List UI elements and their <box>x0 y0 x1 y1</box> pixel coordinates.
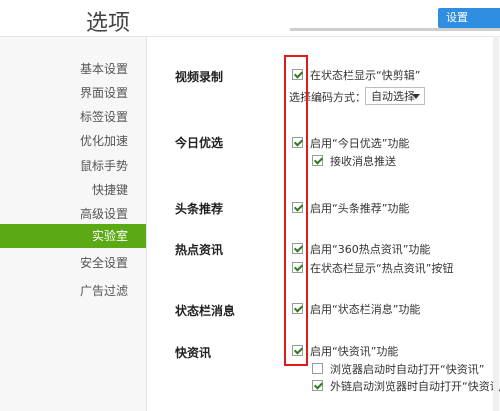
sidebar-item-advanced[interactable]: 高级设置 <box>80 205 128 222</box>
label-hot-statusbar: 在状态栏显示“热点资讯”按钮 <box>310 262 454 275</box>
section-title-quicknews: 快资讯 <box>175 346 212 360</box>
checkbox-quicknews-external[interactable] <box>312 380 323 391</box>
label-hot: 启用“360热点资讯”功能 <box>310 243 431 256</box>
sidebar-item-lab[interactable]: 实验室 <box>0 224 146 248</box>
label-quicknews-external: 外链启动浏览器时自动打开“快资讯” <box>330 380 500 393</box>
label-today-push: 接收消息推送 <box>330 155 396 168</box>
sidebar-item-shortcuts[interactable]: 快捷键 <box>92 181 128 198</box>
highlight-box <box>284 55 308 366</box>
sidebar-item-basic[interactable]: 基本设置 <box>80 60 128 77</box>
sidebar-item-optimize[interactable]: 优化加速 <box>80 132 128 149</box>
checkbox-quicknews-startup[interactable] <box>312 363 323 374</box>
label-quicknews: 启用“快资讯”功能 <box>310 345 399 358</box>
sidebar-item-mouse-gesture[interactable]: 鼠标手势 <box>80 157 128 174</box>
sidebar-item-adblock[interactable]: 广告过滤 <box>80 282 128 299</box>
section-title-statusbar: 状态栏消息 <box>175 304 236 318</box>
scrollbar[interactable] <box>493 36 499 411</box>
section-title-video: 视频录制 <box>175 70 224 84</box>
sidebar-item-tabs[interactable]: 标签设置 <box>80 108 128 125</box>
clipped-option-row <box>290 22 500 32</box>
label-quicknews-startup: 浏览器启动时自动打开“快资讯” <box>330 363 485 376</box>
encoding-select[interactable]: 自动选择 <box>365 87 425 105</box>
section-title-headline: 头条推荐 <box>175 202 224 216</box>
page-title: 选项 <box>86 11 131 36</box>
encoding-select-value: 自动选择 <box>371 90 415 103</box>
section-title-today: 今日优选 <box>175 136 224 150</box>
section-title-hot: 热点资讯 <box>175 243 224 257</box>
label-today: 启用“今日优选”功能 <box>310 137 410 150</box>
chevron-down-icon <box>412 94 420 99</box>
label-video-statusbar: 在状态栏显示“快剪辑” <box>310 69 421 82</box>
sidebar-item-security[interactable]: 安全设置 <box>80 254 128 271</box>
sidebar: 基本设置 界面设置 标签设置 优化加速 鼠标手势 快捷键 高级设置 实验室 安全… <box>0 37 147 411</box>
checkbox-today-push[interactable] <box>312 155 323 166</box>
label-statusbar: 启用“状态栏消息”功能 <box>310 303 421 316</box>
clipped-row-bar <box>290 28 500 31</box>
label-headline: 启用“头条推荐”功能 <box>310 202 410 215</box>
sidebar-item-interface[interactable]: 界面设置 <box>80 84 128 101</box>
